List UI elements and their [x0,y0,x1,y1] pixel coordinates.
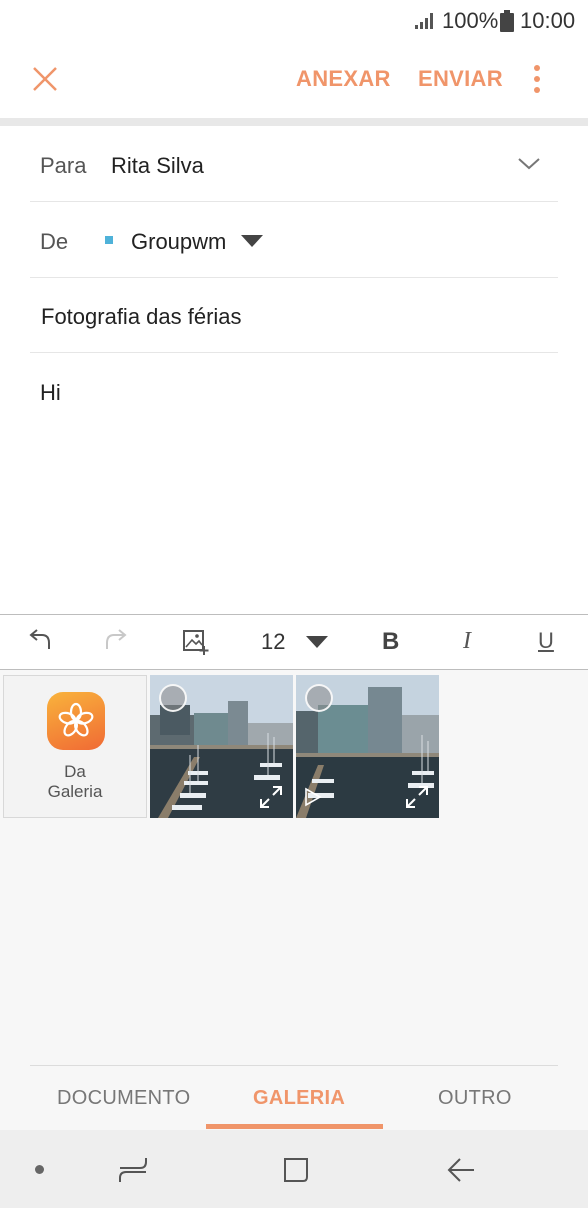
to-recipient[interactable]: Rita Silva [111,153,204,179]
from-gallery-tile[interactable]: Da Galeria [3,675,147,818]
clock: 10:00 [520,8,576,33]
tab-outro[interactable]: OUTRO [438,1087,512,1110]
active-tab-indicator [206,1124,383,1129]
body-editor[interactable]: Hi [40,380,550,600]
status-bar: 100% 10:00 [0,0,588,40]
from-account[interactable]: Groupwm [131,229,226,255]
from-label: De [40,229,69,254]
redo-icon[interactable] [104,629,130,653]
app-bar-divider [0,118,588,126]
underline-button[interactable]: U [538,628,554,654]
select-checkbox[interactable] [305,684,333,712]
compose-app-bar: ANEXAR ENVIAR [0,40,588,118]
close-icon[interactable] [32,66,58,92]
gallery-photo-thumbnail[interactable] [296,675,439,818]
bold-button[interactable]: B [382,628,399,656]
divider [30,201,558,202]
font-size-dropdown-icon[interactable] [306,636,328,649]
nav-dot-icon[interactable] [35,1165,44,1174]
recent-apps-icon[interactable] [118,1156,148,1184]
dropdown-arrow-icon[interactable] [241,235,263,248]
flower-icon [58,702,94,737]
tabs-divider [30,1065,558,1066]
undo-icon[interactable] [26,629,52,653]
chevron-down-icon[interactable] [517,157,541,171]
subject-field[interactable]: Fotografia das férias [41,304,242,330]
home-icon[interactable] [282,1156,310,1184]
signal-icon [415,13,433,29]
from-gallery-label: Da Galeria [4,762,146,802]
italic-button[interactable]: I [463,628,471,655]
expand-icon[interactable] [405,785,429,809]
divider [30,352,558,353]
back-icon[interactable] [446,1157,476,1183]
gallery-photo-thumbnail[interactable] [150,675,293,818]
font-size-value[interactable]: 12 [261,629,285,655]
battery-percent: 100% [442,8,499,33]
tab-documento[interactable]: DOCUMENTO [57,1087,190,1110]
account-color-dot [105,236,113,244]
play-icon [305,787,322,807]
to-label: Para [40,153,87,178]
gallery-app-icon [47,692,105,750]
divider [30,277,558,278]
attach-button[interactable]: ANEXAR [296,66,391,92]
tab-galeria[interactable]: GALERIA [253,1087,345,1110]
more-vert-icon[interactable] [532,64,542,94]
from-gallery-label-line2: Galeria [47,782,103,801]
format-toolbar: 12 B I U [0,614,588,670]
attachment-panel: Da Galeria [0,670,588,1130]
battery-icon [500,10,514,32]
expand-icon[interactable] [259,785,283,809]
select-checkbox[interactable] [159,684,187,712]
insert-image-icon[interactable] [182,628,210,656]
from-gallery-label-line1: Da [64,762,86,781]
send-button[interactable]: ENVIAR [418,66,503,92]
navigation-bar [0,1130,588,1208]
